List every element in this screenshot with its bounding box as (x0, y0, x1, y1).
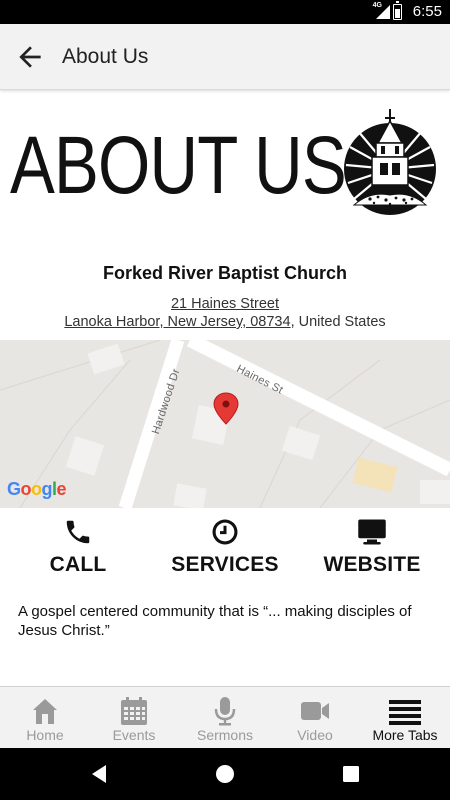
church-name: Forked River Baptist Church (102, 263, 348, 283)
microphone-icon (214, 697, 236, 726)
tab-sermons[interactable]: Sermons (180, 687, 270, 749)
banner-headline: ABOUT US (10, 120, 347, 211)
address-city-link[interactable]: Lanoka Harbor, New Jersey, 08734 (64, 314, 290, 330)
church-description: A gospel centered community that is “...… (18, 603, 412, 639)
website-label: WEBSITE (323, 553, 421, 576)
arrow-back-icon[interactable] (14, 41, 46, 73)
about-banner: ABOUT US (0, 91, 450, 251)
page-title: About Us (62, 45, 149, 68)
tab-events[interactable]: Events (89, 687, 179, 749)
call-button[interactable]: CALL (8, 517, 148, 577)
call-label: CALL (49, 553, 107, 576)
phone-icon (66, 520, 90, 544)
services-label: SERVICES (171, 553, 279, 576)
monitor-icon (358, 519, 386, 545)
calendar-icon (121, 697, 147, 725)
action-buttons: CALL SERVICES WEBSITE (0, 517, 450, 583)
clock-icon (212, 519, 238, 545)
battery-icon (393, 1, 402, 20)
tab-video[interactable]: Video (270, 687, 360, 749)
signal-icon (376, 5, 390, 19)
tab-more-label: More Tabs (372, 727, 438, 743)
tab-home-label: Home (26, 727, 64, 743)
church-steeple-logo (344, 109, 436, 215)
website-button[interactable]: WEBSITE (302, 517, 442, 577)
video-camera-icon (301, 702, 329, 720)
nav-recents-icon[interactable] (339, 762, 363, 786)
services-button[interactable]: SERVICES (155, 517, 295, 577)
status-bar: 4G 6:55 (0, 0, 450, 24)
address-street-link[interactable]: 21 Haines Street (171, 296, 279, 312)
tab-more[interactable]: More Tabs (360, 687, 450, 749)
menu-lines-icon (389, 700, 421, 725)
system-nav-bar (0, 748, 450, 800)
tab-video-label: Video (297, 727, 333, 743)
address-line-1: 21 Haines Street (0, 296, 450, 312)
map-canvas[interactable] (0, 340, 450, 508)
location-map[interactable]: Haines St Hardwood Dr Google (0, 340, 450, 508)
address-country: , United States (290, 314, 386, 330)
tab-events-label: Events (112, 727, 156, 743)
app-bar: About Us (0, 24, 450, 90)
google-logo: Google (7, 479, 67, 499)
home-icon (33, 699, 57, 724)
tab-sermons-label: Sermons (196, 727, 254, 743)
bottom-tab-bar: Home Events Sermons Video More Tabs (0, 686, 450, 748)
address-line-2: Lanoka Harbor, New Jersey, 08734, United… (0, 314, 450, 330)
clock-time: 6:55 (412, 3, 442, 20)
nav-back-icon[interactable] (88, 762, 112, 786)
nav-home-icon[interactable] (213, 762, 237, 786)
tab-home[interactable]: Home (0, 687, 90, 749)
